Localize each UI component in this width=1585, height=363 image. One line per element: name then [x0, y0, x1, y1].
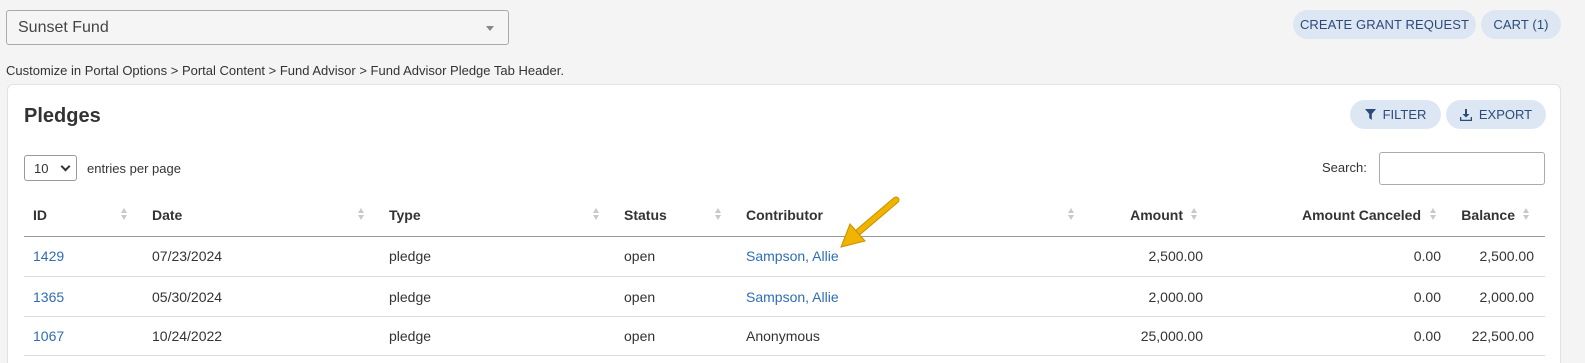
sort-icon[interactable] [1523, 206, 1529, 222]
column-header-balance[interactable]: Balance [1448, 207, 1515, 223]
sort-icon[interactable] [1068, 206, 1074, 222]
column-header-id[interactable]: ID [33, 207, 47, 223]
entries-per-page-label: entries per page [87, 161, 181, 176]
column-header-type[interactable]: Type [389, 207, 421, 223]
contributor-link[interactable]: Sampson, Allie [746, 248, 839, 264]
column-header-amount[interactable]: Amount [1084, 207, 1183, 223]
fund-selector[interactable]: Sunset Fund [6, 10, 509, 45]
sort-icon[interactable] [1430, 206, 1436, 222]
date-cell: 07/23/2024 [152, 248, 223, 264]
search-label: Search: [1322, 160, 1367, 175]
date-cell: 10/24/2022 [152, 328, 223, 344]
filter-icon [1364, 109, 1376, 120]
balance-cell: 2,500.00 [1479, 248, 1535, 264]
filter-button-label: FILTER [1382, 107, 1427, 122]
contributor-cell: Anonymous [746, 328, 820, 344]
customize-hint: Customize in Portal Options > Portal Con… [6, 63, 564, 78]
column-header-status[interactable]: Status [624, 207, 667, 223]
export-button-label: EXPORT [1478, 107, 1533, 122]
create-grant-request-button[interactable]: CREATE GRANT REQUEST [1293, 10, 1476, 39]
search-input[interactable] [1379, 152, 1545, 185]
pledge-id-link[interactable]: 1429 [33, 248, 64, 264]
amount-canceled-cell: 0.00 [1413, 248, 1441, 264]
download-icon [1459, 108, 1472, 121]
column-header-amount-canceled[interactable]: Amount Canceled [1258, 207, 1421, 223]
cart-button[interactable]: CART (1) [1481, 10, 1561, 39]
contributor-link[interactable]: Sampson, Allie [746, 289, 839, 305]
column-header-date[interactable]: Date [152, 207, 182, 223]
sort-icon[interactable] [715, 206, 721, 222]
fund-selector-value: Sunset Fund [18, 18, 109, 36]
sort-icon[interactable] [1191, 206, 1197, 222]
caret-down-icon [486, 26, 494, 31]
status-cell: open [624, 289, 656, 305]
pledges-panel: Pledges FILTER EXPORT 10 entries per pag… [7, 84, 1561, 363]
header-divider [24, 236, 1545, 237]
balance-cell: 2,000.00 [1479, 289, 1535, 305]
export-button[interactable]: EXPORT [1446, 100, 1546, 129]
filter-button[interactable]: FILTER [1350, 100, 1441, 129]
sort-icon[interactable] [358, 206, 364, 222]
panel-title: Pledges [24, 105, 101, 127]
amount-cell: 2,000.00 [1148, 289, 1204, 305]
entries-per-page-value: 10 [34, 160, 49, 176]
type-cell: pledge [389, 248, 432, 264]
pledge-id-link[interactable]: 1067 [33, 328, 64, 344]
row-divider [24, 355, 1545, 356]
amount-canceled-cell: 0.00 [1413, 289, 1441, 305]
balance-cell: 22,500.00 [1471, 328, 1534, 344]
amount-cell: 25,000.00 [1140, 328, 1203, 344]
arrow-icon [840, 196, 900, 248]
type-cell: pledge [389, 328, 432, 344]
sort-icon[interactable] [593, 206, 599, 222]
date-cell: 05/30/2024 [152, 289, 223, 305]
sort-icon[interactable] [121, 206, 127, 222]
status-cell: open [624, 248, 656, 264]
chevron-down-icon [60, 161, 71, 172]
row-divider [24, 276, 1545, 277]
type-cell: pledge [389, 289, 432, 305]
amount-cell: 2,500.00 [1148, 248, 1204, 264]
pledge-id-link[interactable]: 1365 [33, 289, 64, 305]
column-header-contributor[interactable]: Contributor [746, 207, 823, 223]
amount-canceled-cell: 0.00 [1413, 328, 1441, 344]
row-divider [24, 316, 1545, 317]
entries-per-page-select[interactable]: 10 [24, 155, 77, 181]
status-cell: open [624, 328, 656, 344]
